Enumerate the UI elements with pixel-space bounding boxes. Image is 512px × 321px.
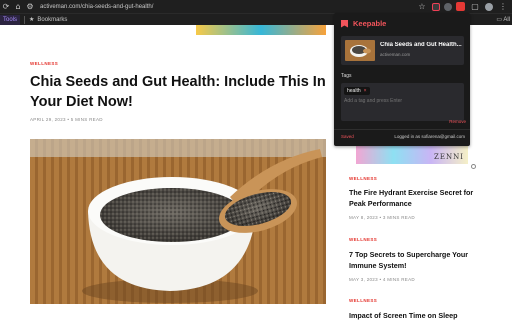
remove-button[interactable]: Remove [449, 119, 466, 124]
chia-bowl-illustration [30, 139, 326, 304]
thumbnail-image [345, 40, 375, 61]
tools-bookmark[interactable]: Tools [0, 14, 21, 25]
sidebar-post-title[interactable]: Impact of Screen Time on Sleep [349, 310, 484, 321]
star-icon[interactable]: ☆ [416, 0, 428, 13]
sidebar-post-title[interactable]: The Fire Hydrant Exercise Secret for Pea… [349, 187, 484, 209]
tag-remove-icon[interactable]: × [364, 88, 367, 94]
popup-brand: Keepable [353, 19, 387, 28]
top-banner-ad[interactable] [196, 25, 326, 35]
puzzle-icon[interactable]: ▢ [469, 0, 481, 13]
all-bookmarks-label: All [503, 17, 510, 23]
tag-chip-label: health [347, 88, 361, 94]
tag-input[interactable] [344, 98, 454, 104]
article-meta: APRIL 29, 2023 • 5 MINS READ [30, 117, 103, 122]
sidebar-post-category[interactable]: WELLNESS [349, 298, 377, 303]
back-icon[interactable]: ⟳ [0, 0, 12, 13]
address-bar[interactable]: activeman.com/chia-seeds-and-gut-health/ [40, 4, 153, 10]
all-bookmarks[interactable]: ▭ All [496, 14, 510, 26]
extension-icon[interactable] [444, 2, 452, 11]
keepable-icon[interactable] [456, 2, 465, 11]
logged-in-text: Logged in as sofiarena@gmail.com [394, 134, 465, 139]
profile-icon[interactable] [485, 2, 493, 11]
menu-icon[interactable]: ⋮ [497, 0, 509, 13]
tags-box[interactable]: health × [341, 83, 464, 121]
saved-status: Saved [341, 134, 354, 139]
bookmark-star-icon: ★ [29, 17, 35, 23]
sidebar-post-category[interactable]: WELLNESS [349, 176, 377, 181]
saved-page-title: Chia Seeds and Gut Health... [380, 42, 462, 48]
tag-chip[interactable]: health × [344, 87, 370, 95]
ad-choices-icon[interactable] [471, 164, 476, 169]
sidebar-post-category[interactable]: WELLNESS [349, 237, 377, 242]
saved-page-url: activeman.com [380, 52, 411, 57]
keepable-popup: Keepable Chia Seeds and Gut Health... ac… [334, 13, 470, 146]
sidebar-ad-text: ZENNI [434, 153, 464, 161]
bookmarks-folder[interactable]: ★ Bookmarks [29, 16, 68, 24]
saved-page-card[interactable]: Chia Seeds and Gut Health... activeman.c… [341, 36, 464, 65]
keepable-logo-icon [341, 19, 348, 28]
article-title: Chia Seeds and Gut Health: Include This … [30, 74, 326, 110]
pocket-icon[interactable] [432, 2, 440, 11]
bookmarks-label: Bookmarks [37, 16, 68, 23]
home-icon[interactable]: ⌂ [12, 0, 24, 13]
sidebar-post-title[interactable]: 7 Top Secrets to Supercharge Your Immune… [349, 249, 484, 271]
browser-toolbar: ⟳ ⌂ ⚙ activeman.com/chia-seeds-and-gut-h… [0, 0, 512, 13]
tags-label: Tags [341, 73, 352, 79]
popup-header: Keepable [341, 19, 386, 28]
hero-image [30, 139, 326, 304]
bookmarks-divider [24, 15, 26, 24]
site-info-icon[interactable]: ⚙ [24, 0, 36, 13]
sidebar-post-meta: MAY 8, 2023 • 3 MINS READ [349, 215, 415, 220]
popup-divider [334, 129, 470, 130]
sidebar-post-meta: MAY 3, 2023 • 4 MINS READ [349, 277, 415, 282]
article-category[interactable]: WELLNESS [30, 61, 58, 66]
page-thumbnail [345, 40, 375, 61]
